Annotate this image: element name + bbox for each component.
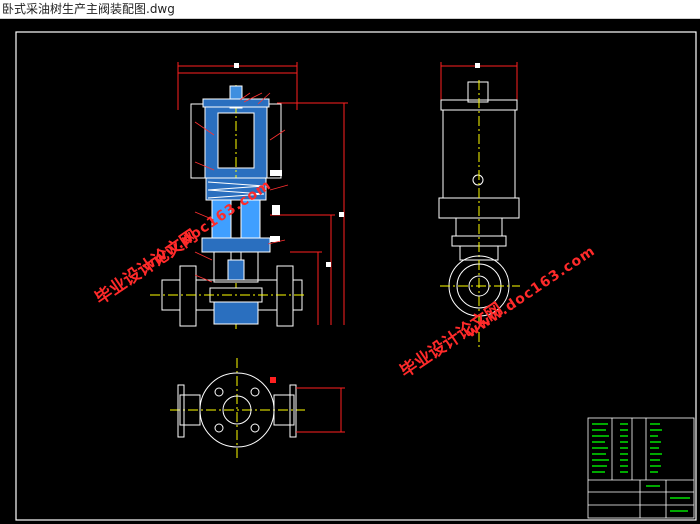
title-block <box>587 417 695 519</box>
top-view <box>170 358 345 460</box>
watermark-right: 毕业设计论文网 www.doc163.com <box>396 243 598 382</box>
title-block-rows <box>592 423 690 512</box>
watermark-right-line2: www.doc163.com <box>463 243 598 341</box>
window-title: 卧式采油树生产主阀装配图.dwg <box>2 2 175 16</box>
drawing-svg[interactable]: 毕业设计论文网 www.doc163.com 毕业设计论文网 www.doc16… <box>0 19 700 524</box>
window-titlebar: 卧式采油树生产主阀装配图.dwg <box>0 0 700 19</box>
drawing-canvas[interactable]: 毕业设计论文网 www.doc163.com 毕业设计论文网 www.doc16… <box>0 19 700 524</box>
